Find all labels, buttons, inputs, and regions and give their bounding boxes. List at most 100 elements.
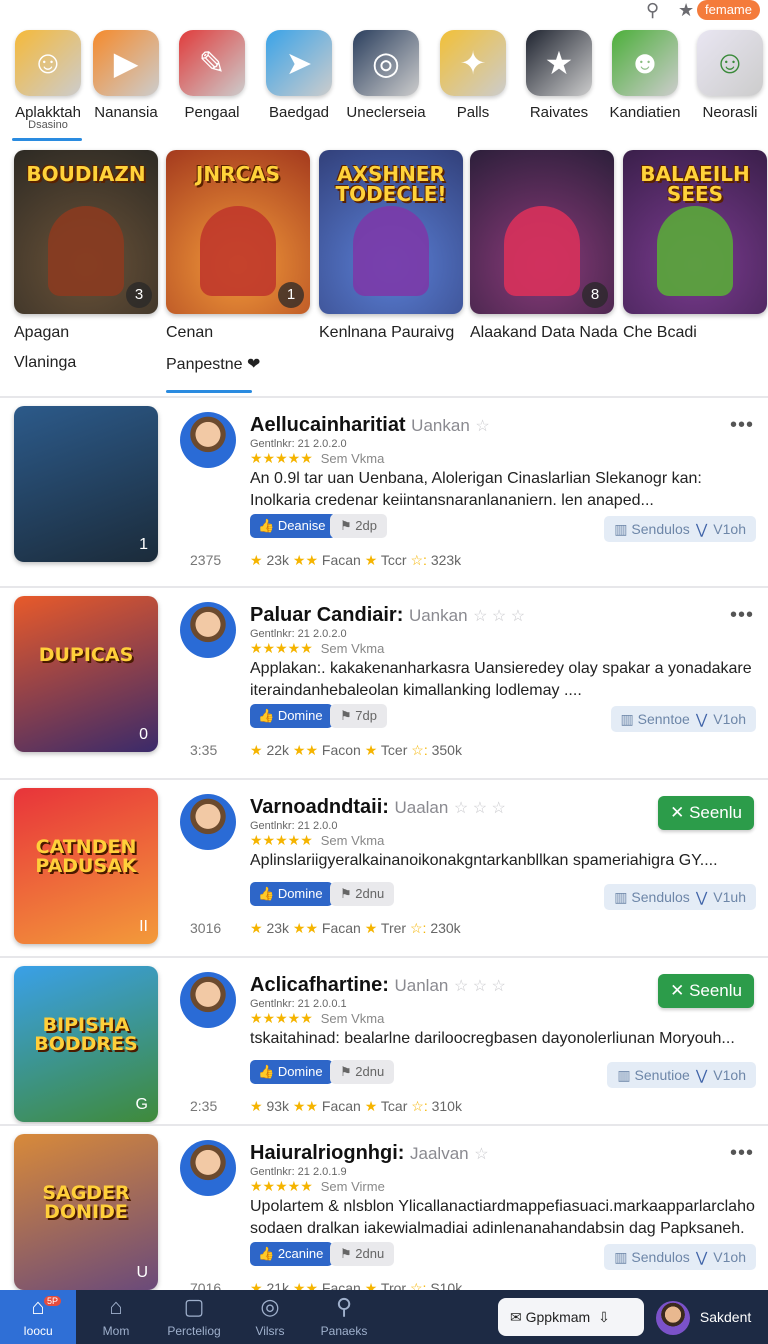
thumbnail-title: SAGDER DONIDE bbox=[42, 1182, 130, 1223]
secondary-button[interactable]: ⚑ 2dp bbox=[330, 514, 387, 538]
app-title[interactable]: Aclicafhartine: Uanlan ☆ ☆ ☆ bbox=[250, 974, 506, 997]
app-thumbnail[interactable]: 1 bbox=[14, 406, 158, 562]
star-icon: ★ bbox=[250, 1098, 267, 1114]
rating-stars-empty: ☆ bbox=[475, 418, 490, 435]
featured-title: Cenan bbox=[166, 324, 214, 341]
category-icon: ☺ bbox=[15, 30, 81, 96]
count-badge: 3 bbox=[126, 282, 152, 308]
category-item[interactable]: ◎ Uneclerseia bbox=[344, 30, 428, 121]
download-icon: ⇩ bbox=[598, 1309, 610, 1325]
app-title-text: Paluar Candiair: bbox=[250, 604, 404, 626]
search-icon[interactable]: ⚲ bbox=[646, 0, 659, 21]
seen-button[interactable]: ✕ Seenlu bbox=[658, 796, 754, 830]
app-thumbnail[interactable]: DUPICAS 0 bbox=[14, 596, 158, 752]
details-pill[interactable]: ▥ Sendulos ⋁ V1oh bbox=[604, 1244, 756, 1270]
download-count: 3016 bbox=[190, 920, 222, 936]
category-item[interactable]: ☻ Kandiatien bbox=[603, 30, 687, 121]
install-button-label: Domine bbox=[277, 1064, 323, 1079]
app-glyph-icon: ✎ bbox=[198, 45, 226, 81]
featured-card[interactable]: JNRCAS 1 Cenan Panpestne ❤ bbox=[166, 150, 310, 374]
nav-item[interactable]: ◎ Vilsrs bbox=[232, 1290, 308, 1344]
nav-item[interactable]: ⚲ Panaeks bbox=[306, 1290, 382, 1344]
app-glyph-icon: ☺ bbox=[31, 44, 65, 80]
developer-avatar[interactable] bbox=[180, 602, 236, 658]
list-item[interactable]: BIPISHA BODDRES G Aclicafhartine: Uanlan ☆… bbox=[0, 956, 768, 1122]
more-options-icon[interactable]: ••• bbox=[730, 414, 754, 437]
rating-tier: Tcer bbox=[380, 742, 408, 758]
nav-item[interactable]: ▢ Percteliog bbox=[156, 1290, 232, 1344]
install-button[interactable]: 👍 Domine bbox=[250, 882, 333, 906]
profile[interactable]: Sakdent bbox=[656, 1298, 760, 1336]
secondary-button[interactable]: ⚑ 2dnu bbox=[330, 882, 395, 906]
version-icon: ⋁ bbox=[695, 521, 708, 537]
category-item[interactable]: ☺ Aplakktah Dsasino bbox=[6, 30, 90, 131]
app-glyph-icon: ☺ bbox=[713, 44, 747, 80]
install-button[interactable]: 👍 2canine bbox=[250, 1242, 334, 1266]
count-badge: 8 bbox=[582, 282, 608, 308]
developer-avatar[interactable] bbox=[180, 412, 236, 468]
install-button[interactable]: 👍 Domine bbox=[250, 1060, 333, 1084]
thumbs-up-icon: 👍 bbox=[258, 708, 278, 723]
nav-item[interactable]: ⌂ Mom bbox=[78, 1290, 154, 1344]
app-thumbnail[interactable]: BIPISHA BODDRES G bbox=[14, 966, 158, 1122]
featured-card[interactable]: 8 Alaakand Data Nada bbox=[470, 150, 618, 342]
more-options-icon[interactable]: ••• bbox=[730, 604, 754, 627]
developer-avatar[interactable] bbox=[180, 794, 236, 850]
character-figure bbox=[200, 206, 276, 296]
app-thumbnail[interactable]: CATNDEN PADUSAK II bbox=[14, 788, 158, 944]
nav-label: Percteliog bbox=[167, 1324, 221, 1338]
secondary-button[interactable]: ⚑ 7dp bbox=[330, 704, 387, 728]
install-button[interactable]: 👍 Deanise bbox=[250, 514, 336, 538]
author-name: Sem Virme bbox=[320, 1179, 385, 1194]
app-title[interactable]: Aellucainharitiat Uankan ☆ bbox=[250, 414, 490, 437]
open-button[interactable]: ✉ Gppkmam ⇩ bbox=[498, 1298, 644, 1336]
list-item[interactable]: SAGDER DONIDE U Haiuralriognhgi: Jaalvan ☆… bbox=[0, 1124, 768, 1296]
list-item[interactable]: CATNDEN PADUSAK II Varnoadndtaii: Uaalan ☆… bbox=[0, 778, 768, 954]
list-item[interactable]: DUPICAS 0 Paluar Candiair: Uankan ☆ ☆ ☆ Gen… bbox=[0, 586, 768, 776]
secondary-button[interactable]: ⚑ 2dnu bbox=[330, 1242, 395, 1266]
category-item[interactable]: ➤ Baedgad bbox=[257, 30, 341, 121]
app-title-text: Aellucainharitiat bbox=[250, 414, 406, 436]
developer-avatar[interactable] bbox=[180, 1140, 236, 1196]
details-pill[interactable]: ▥ Sendulos ⋁ V1oh bbox=[604, 516, 756, 542]
thumbnail-title: DUPICAS bbox=[38, 644, 134, 666]
category-icon: ★ bbox=[526, 30, 592, 96]
app-title[interactable]: Paluar Candiair: Uankan ☆ ☆ ☆ bbox=[250, 604, 525, 627]
details-pill[interactable]: ▥ Sendulos ⋁ V1uh bbox=[604, 884, 756, 910]
seen-button[interactable]: ✕ Seenlu bbox=[658, 974, 754, 1008]
account-pill[interactable]: femame bbox=[697, 0, 760, 20]
list-item[interactable]: 1 Aellucainharitiat Uankan ☆ Gentlnkr: 21 … bbox=[0, 396, 768, 584]
install-button[interactable]: 👍 Domine bbox=[250, 704, 333, 728]
more-options-icon[interactable]: ••• bbox=[730, 1142, 754, 1165]
app-glyph-icon: ★ bbox=[544, 45, 574, 81]
nav-label: Panaeks bbox=[320, 1324, 368, 1338]
app-description: An 0.9l tar uan Uenbana, Alolerigan Cina… bbox=[250, 470, 702, 509]
star-icon[interactable]: ★ bbox=[678, 0, 694, 21]
details-pill[interactable]: ▥ Senntoe ⋁ V1oh bbox=[610, 706, 756, 732]
developer-avatar[interactable] bbox=[180, 972, 236, 1028]
details-pill[interactable]: ▥ Senutioe ⋁ V1oh bbox=[607, 1062, 756, 1088]
category-item[interactable]: ★ Raivates bbox=[517, 30, 601, 121]
featured-card[interactable]: AXSHNER TODECLE! Kenlnana Pauraivg bbox=[319, 150, 463, 342]
chart-icon: ▥ bbox=[617, 1067, 635, 1083]
nav-label: Ioocu bbox=[23, 1324, 53, 1338]
app-title[interactable]: Varnoadndtaii: Uaalan ☆ ☆ ☆ bbox=[250, 796, 506, 819]
chart-icon: ▥ bbox=[614, 889, 632, 905]
app-thumbnail[interactable]: SAGDER DONIDE U bbox=[14, 1134, 158, 1290]
star-icon: ★★ bbox=[289, 920, 319, 936]
details-pill-label: Sendulos bbox=[631, 521, 690, 537]
artwork-title: BALAEILH SEES bbox=[640, 162, 750, 206]
category-item[interactable]: ▶ Nanansia bbox=[84, 30, 168, 121]
featured-card[interactable]: BALAEILH SEES Che Bcadi bbox=[623, 150, 767, 342]
app-title[interactable]: Haiuralriognhgi: Jaalvan ☆ bbox=[250, 1142, 489, 1165]
category-item[interactable]: ☺ Neorasli bbox=[688, 30, 768, 121]
thumbs-up-icon: 👍 bbox=[258, 1064, 278, 1079]
featured-card[interactable]: BOUDIAZN 3 Apagan Vlaninga bbox=[14, 150, 158, 372]
category-item[interactable]: ✦ Palls bbox=[431, 30, 515, 121]
secondary-button[interactable]: ⚑ 2dnu bbox=[330, 1060, 395, 1084]
thumbs-up-icon: 👍 bbox=[258, 1246, 278, 1261]
app-glyph-icon: ◎ bbox=[372, 45, 400, 81]
category-item[interactable]: ✎ Pengaal bbox=[170, 30, 254, 121]
rating-tier: Trer bbox=[380, 920, 407, 936]
nav-item[interactable]: ⌂ Ioocu 5P bbox=[0, 1290, 76, 1344]
